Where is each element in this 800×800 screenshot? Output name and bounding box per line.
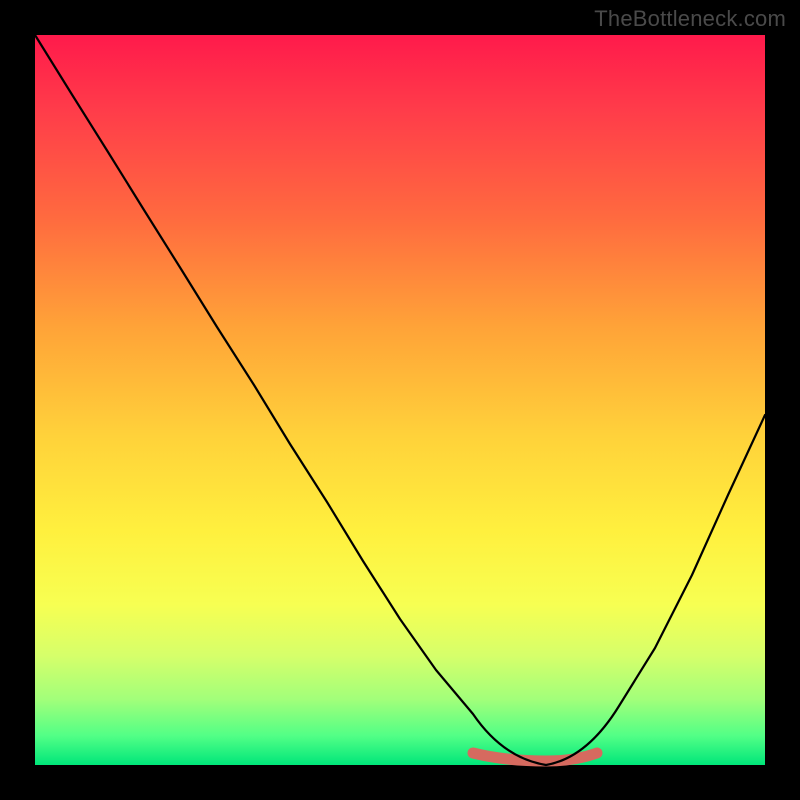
plot-area [35, 35, 765, 765]
chart-frame: TheBottleneck.com [0, 0, 800, 800]
optimal-range-highlight [473, 753, 597, 761]
bottleneck-curve [35, 35, 765, 765]
curve-path [35, 35, 765, 765]
watermark-text: TheBottleneck.com [594, 6, 786, 32]
